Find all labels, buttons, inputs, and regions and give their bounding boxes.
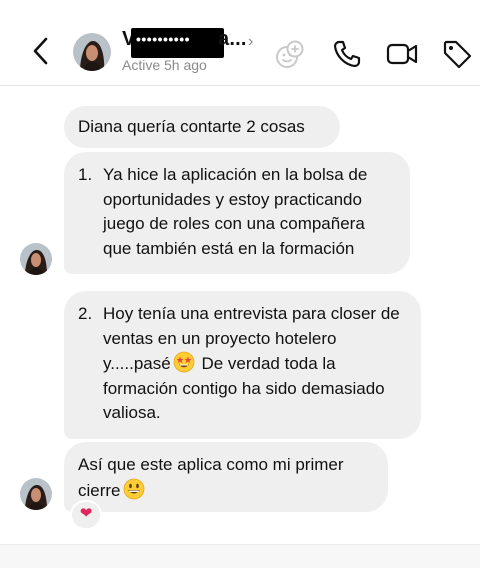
message-bubble-1[interactable]: Diana quería contarte 2 cosas [64,106,340,148]
message-text: Diana quería contarte 2 cosas [78,117,305,136]
sender-avatar[interactable] [20,478,52,510]
tag-icon[interactable] [441,38,473,70]
grinning-emoji-icon [123,478,144,499]
active-status: Active 5h ago [122,57,207,73]
phone-icon[interactable] [331,38,363,70]
message-bubble-4[interactable]: Así que este aplica como mi primer cierr… [64,442,388,512]
message-text: Ya hice la aplicación en la bolsa de opo… [103,165,368,258]
list-number: 2. [78,304,93,323]
video-camera-icon[interactable] [386,38,418,70]
redacted-name: •••••••••• [136,31,191,47]
heart-reaction[interactable]: ❤ [70,500,102,530]
star-struck-emoji-icon [173,351,195,373]
contact-avatar[interactable] [73,33,111,71]
message-bubble-2[interactable]: 1. Ya hice la aplicación en la bolsa de … [64,152,410,274]
back-chevron-icon[interactable] [28,36,54,66]
chevron-right-icon[interactable]: › [248,33,253,51]
contact-name-tail: a... [218,28,247,50]
add-person-icon[interactable] [274,38,306,70]
list-number: 1. [78,165,93,184]
composer-area [0,544,480,568]
message-bubble-3[interactable]: 2. Hoy tenía una entrevista para closer … [64,291,421,439]
sender-avatar[interactable] [20,243,52,275]
chat-header: V •••••••••• a... › Active 5h ago [0,0,480,86]
message-text: Así que este aplica como mi primer cierr… [78,455,344,500]
heart-icon: ❤ [79,505,93,522]
